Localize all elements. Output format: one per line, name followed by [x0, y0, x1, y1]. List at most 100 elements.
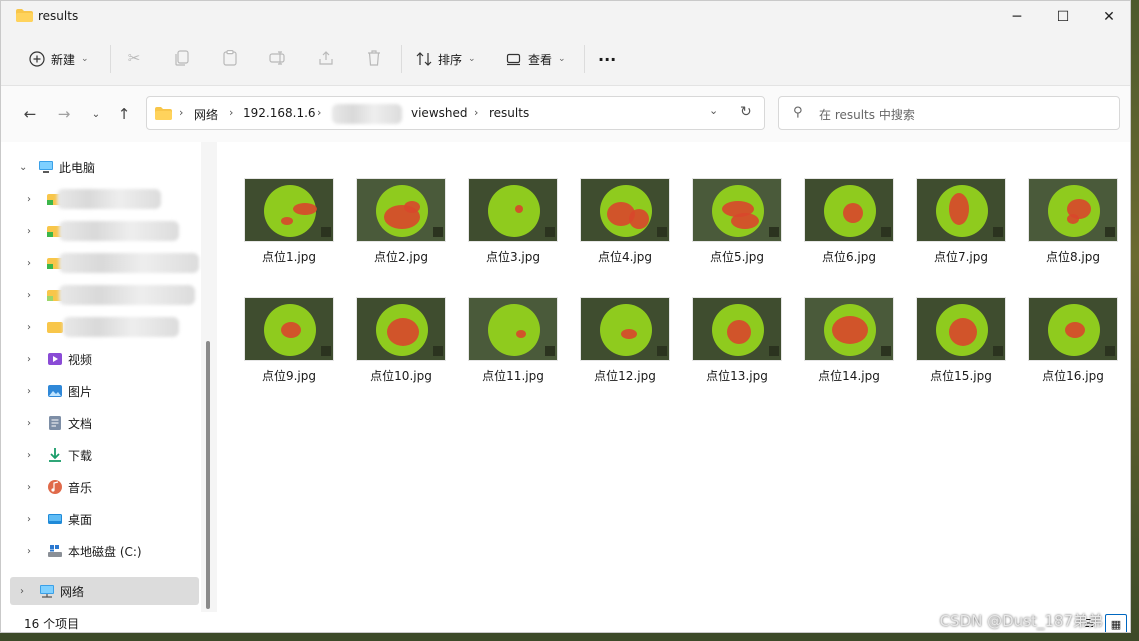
- image-thumbnail: [468, 297, 558, 361]
- image-thumbnail: [804, 297, 894, 361]
- toolbar-divider: [401, 45, 402, 73]
- close-button[interactable]: ✕: [1086, 1, 1130, 33]
- file-tile[interactable]: 点位9.jpg: [239, 297, 339, 393]
- forward-button[interactable]: →: [53, 103, 75, 125]
- sidebar-item-redacted-folder[interactable]: ›: [1, 313, 199, 341]
- file-tile[interactable]: 点位3.jpg: [463, 178, 563, 274]
- trash-icon: [368, 50, 380, 66]
- file-tile[interactable]: 点位10.jpg: [351, 297, 451, 393]
- image-thumbnail: [580, 297, 670, 361]
- item-count: 16 个项目: [24, 617, 80, 631]
- maximize-button[interactable]: ☐: [1040, 1, 1086, 33]
- view-button[interactable]: 查看 ⌄: [506, 45, 566, 73]
- sidebar-item-local-disk[interactable]: › 本地磁盘 (C:): [1, 537, 199, 565]
- arrow-right-icon: →: [57, 105, 71, 123]
- new-button[interactable]: 新建 ⌄: [29, 45, 89, 73]
- folder-icon: [155, 107, 172, 120]
- sidebar-item-label: 下载: [68, 448, 93, 463]
- search-icon: ⚲: [793, 105, 803, 120]
- share-button[interactable]: [315, 47, 337, 69]
- file-name: 点位13.jpg: [706, 369, 768, 383]
- breadcrumb-viewshed[interactable]: viewshed: [411, 106, 468, 120]
- share-icon: [319, 51, 333, 65]
- navigation-bar: ← → ⌄ ↑ › 网络 › 192.168.1.6 › viewshed › …: [1, 86, 1130, 142]
- copy-button[interactable]: [171, 47, 193, 69]
- breadcrumb-separator: ›: [317, 106, 322, 119]
- new-label: 新建: [51, 52, 76, 67]
- sidebar-item-this-pc[interactable]: ⌄ 此电脑: [1, 153, 199, 181]
- sidebar-item-redacted-folder[interactable]: ›: [1, 185, 199, 213]
- chevron-down-icon: ⌄: [91, 108, 101, 120]
- file-tile[interactable]: 点位11.jpg: [463, 297, 563, 393]
- image-thumbnail: [692, 297, 782, 361]
- file-explorer-window: results ─ ☐ ✕ 新建 ⌄ ✂ 排序 ⌄ 查看 ⌄ ··· ← → ⌄…: [0, 0, 1131, 633]
- breadcrumb-network[interactable]: 网络: [194, 106, 218, 123]
- delete-button[interactable]: [363, 47, 385, 69]
- sidebar-item-redacted-folder[interactable]: ›: [1, 249, 199, 277]
- file-tile[interactable]: 点位4.jpg: [575, 178, 675, 274]
- back-button[interactable]: ←: [19, 103, 41, 125]
- sidebar-item-redacted-folder[interactable]: ›: [1, 217, 199, 245]
- file-tile[interactable]: 点位6.jpg: [799, 178, 899, 274]
- up-button[interactable]: ↑: [113, 103, 135, 125]
- sidebar-item-redacted-folder[interactable]: ›: [1, 281, 199, 309]
- file-tile[interactable]: 点位1.jpg: [239, 178, 339, 274]
- file-tile[interactable]: 点位16.jpg: [1023, 297, 1123, 393]
- sidebar-item-pictures[interactable]: › 图片: [1, 377, 199, 405]
- toolbar-divider: [584, 45, 585, 73]
- tiles-view-button[interactable]: ▦: [1105, 614, 1127, 632]
- refresh-icon[interactable]: ↻: [740, 104, 752, 120]
- chevron-right-icon: ›: [27, 193, 31, 205]
- file-tile[interactable]: 点位14.jpg: [799, 297, 899, 393]
- cut-button[interactable]: ✂: [123, 47, 145, 69]
- chevron-right-icon: ›: [27, 449, 31, 461]
- chevron-right-icon: ›: [27, 257, 31, 269]
- tiles-view-icon: ▦: [1110, 617, 1122, 631]
- sidebar-item-downloads[interactable]: › 下载: [1, 441, 199, 469]
- sidebar-item-documents[interactable]: › 文档: [1, 409, 199, 437]
- file-name: 点位7.jpg: [933, 250, 989, 264]
- chevron-down-icon: ⌄: [81, 54, 89, 64]
- search-box[interactable]: ⚲ 在 results 中搜索: [778, 96, 1120, 130]
- file-tile[interactable]: 点位2.jpg: [351, 178, 451, 274]
- file-name: 点位1.jpg: [261, 250, 317, 264]
- sidebar-item-videos[interactable]: › 视频: [1, 345, 199, 373]
- folder-icon: [47, 322, 63, 333]
- breadcrumb-separator: ›: [229, 106, 234, 119]
- file-tile[interactable]: 点位13.jpg: [687, 297, 787, 393]
- window-title: results: [38, 9, 79, 23]
- file-tile[interactable]: 点位7.jpg: [911, 178, 1011, 274]
- breadcrumb-results[interactable]: results: [489, 106, 529, 120]
- sidebar-item-label: 图片: [68, 384, 93, 399]
- rename-icon: [269, 51, 285, 65]
- file-tile[interactable]: 点位5.jpg: [687, 178, 787, 274]
- address-history-chevron-icon[interactable]: ⌄: [709, 104, 718, 117]
- scissors-icon: ✂: [127, 49, 141, 67]
- chevron-right-icon: ›: [27, 353, 31, 365]
- video-icon: [48, 353, 62, 365]
- sidebar-item-label: 桌面: [68, 512, 93, 527]
- image-thumbnail: [244, 297, 334, 361]
- rename-button[interactable]: [267, 47, 289, 69]
- sidebar-item-music[interactable]: › 音乐: [1, 473, 199, 501]
- more-options-button[interactable]: ···: [598, 45, 616, 73]
- file-name: 点位3.jpg: [485, 250, 541, 264]
- sort-button[interactable]: 排序 ⌄: [416, 45, 476, 73]
- sidebar-item-network[interactable]: › 网络: [10, 577, 199, 605]
- redacted-label: [63, 317, 179, 337]
- arrow-up-icon: ↑: [117, 105, 131, 123]
- file-tile[interactable]: 点位8.jpg: [1023, 178, 1123, 274]
- desktop-icon: [48, 514, 62, 524]
- file-tile[interactable]: 点位12.jpg: [575, 297, 675, 393]
- breadcrumb-host[interactable]: 192.168.1.6: [243, 106, 316, 120]
- sidebar-item-desktop[interactable]: › 桌面: [1, 505, 199, 533]
- paste-button[interactable]: [219, 47, 241, 69]
- recent-locations-button[interactable]: ⌄: [85, 103, 107, 125]
- sidebar-scrollbar-thumb[interactable]: [206, 341, 210, 609]
- chevron-right-icon: ›: [27, 481, 31, 493]
- file-name: 点位2.jpg: [373, 250, 429, 264]
- file-tile[interactable]: 点位15.jpg: [911, 297, 1011, 393]
- minimize-button[interactable]: ─: [994, 1, 1040, 33]
- address-bar[interactable]: › 网络 › 192.168.1.6 › viewshed › results …: [146, 96, 765, 130]
- redacted-label: [59, 221, 179, 241]
